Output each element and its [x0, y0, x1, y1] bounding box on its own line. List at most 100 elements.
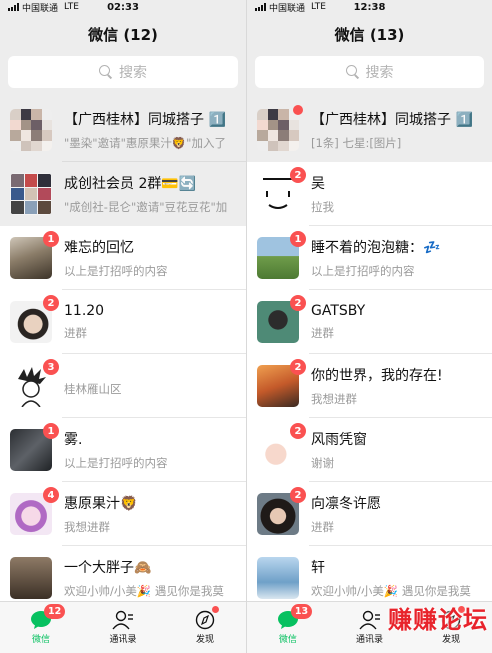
unread-badge: 1 — [43, 423, 59, 439]
unread-badge: 1 — [290, 231, 306, 247]
unread-badge: 2 — [290, 487, 306, 503]
avatar-image — [10, 557, 52, 599]
wechat-screen-right: 中国联通 LTE 12:38 微信 (13) 搜索 【广西桂林】同城搭子 1️⃣… — [246, 0, 492, 653]
contacts-icon — [358, 610, 380, 630]
avatar: 4 — [10, 487, 59, 535]
chat-preview: [1条] 七星:[图片] — [311, 136, 402, 150]
avatar — [10, 109, 52, 151]
clock: 02:33 — [107, 1, 139, 13]
chat-row[interactable]: 2 吴 拉我 — [247, 162, 492, 226]
avatar — [257, 105, 303, 151]
chat-name: 【广西桂林】同城搭子 1️⃣ — [311, 112, 473, 128]
avatar: 2 — [257, 359, 306, 407]
unread-badge: 2 — [290, 167, 306, 183]
tab-label: 微信 — [278, 635, 297, 645]
unread-badge: 2 — [290, 423, 306, 439]
avatar — [257, 557, 299, 599]
chat-row[interactable]: 2 向凛冬许愿 进群 — [247, 482, 492, 546]
tab-chats[interactable]: 微信 12 — [0, 602, 82, 653]
tab-discover[interactable]: 发现 — [164, 602, 246, 653]
unread-badge: 2 — [43, 295, 59, 311]
chat-row[interactable]: 2 你的世界，我的存在! 我想进群 — [247, 354, 492, 418]
avatar: 2 — [257, 487, 306, 535]
chat-preview: 以上是打招呼的内容 — [311, 264, 415, 278]
chat-row[interactable]: 1 睡不着的泡泡糖：💤 以上是打招呼的内容 — [247, 226, 492, 290]
chat-name: 惠原果汁🦁 — [64, 496, 138, 512]
contacts-icon — [112, 610, 133, 630]
chat-name: 吴 — [311, 176, 325, 192]
chat-preview: 我想进群 — [64, 520, 110, 534]
tab-label: 通讯录 — [356, 635, 384, 645]
status-bar: 中国联通 LTE 12:38 — [247, 0, 492, 14]
chat-name: 【广西桂林】同城搭子 1️⃣ — [64, 112, 226, 128]
unread-count-badge: 13 — [290, 604, 313, 619]
chat-name: 轩 — [311, 560, 325, 576]
chat-row[interactable]: 2 风雨凭窗 谢谢 — [247, 418, 492, 482]
chat-preview: 进群 — [64, 326, 87, 340]
avatar: 1 — [257, 231, 306, 279]
unread-badge: 4 — [43, 487, 59, 503]
watermark: 赚赚论坛 — [388, 606, 488, 634]
chat-preview: 进群 — [311, 520, 334, 534]
chat-name: 你的世界，我的存在! — [311, 368, 443, 384]
chat-name: 难忘的回忆 — [64, 240, 134, 256]
chat-name: 雾. — [64, 432, 83, 448]
unread-badge: 3 — [43, 359, 59, 375]
search-icon — [345, 65, 360, 79]
chat-row[interactable]: 4 惠原果汁🦁 我想进群 — [0, 482, 246, 546]
wechat-screen-left: 中国联通 LTE 02:33 微信 (12) 搜索 【广西桂林】同城搭子 1️⃣… — [0, 0, 246, 653]
chat-list: 【广西桂林】同城搭子 1️⃣ "墨染"邀请"惠原果汁🦁"加入了 成创社会员 2群… — [0, 98, 246, 610]
chat-preview: 以上是打招呼的内容 — [64, 264, 168, 278]
chat-list: 【广西桂林】同城搭子 1️⃣ [1条] 七星:[图片] 2 吴 拉我 1 睡不着… — [247, 98, 492, 610]
avatar: 2 — [257, 423, 306, 471]
chat-row[interactable]: 2 GATSBY 进群 — [247, 290, 492, 354]
chat-preview: "墨染"邀请"惠原果汁🦁"加入了 — [64, 136, 226, 150]
chat-name: 睡不着的泡泡糖：💤 — [311, 240, 441, 256]
chat-preview: 欢迎小帅/小美🎉 遇见你是我莫 — [64, 584, 224, 598]
notification-dot — [293, 105, 303, 115]
chat-row[interactable]: 【广西桂林】同城搭子 1️⃣ "墨染"邀请"惠原果汁🦁"加入了 — [0, 98, 246, 162]
avatar-image — [257, 557, 299, 599]
chat-name: 成创社会员 2群💳🔄 — [64, 176, 197, 192]
chat-preview: "成创社-昆仑"邀请"豆花豆花"加 — [64, 200, 228, 214]
chat-preview: 桂林雁山区 — [64, 382, 122, 396]
unread-badge: 2 — [290, 359, 306, 375]
avatar: 2 — [10, 295, 59, 343]
notification-dot — [212, 606, 219, 613]
chat-preview: 以上是打招呼的内容 — [64, 456, 168, 470]
chat-row[interactable]: 【广西桂林】同城搭子 1️⃣ [1条] 七星:[图片] — [247, 98, 492, 162]
chat-name: 向凛冬许愿 — [311, 496, 381, 512]
search-bar[interactable]: 搜索 — [8, 56, 238, 88]
search-placeholder: 搜索 — [119, 65, 147, 81]
search-placeholder: 搜索 — [365, 65, 394, 81]
tab-contacts[interactable]: 通讯录 — [82, 602, 164, 653]
chat-row[interactable]: 成创社会员 2群💳🔄 "成创社-昆仑"邀请"豆花豆花"加 — [0, 162, 246, 226]
unread-count-badge: 12 — [44, 604, 66, 619]
chat-name: 风雨凭窗 — [311, 432, 367, 448]
unread-badge: 1 — [43, 231, 59, 247]
avatar-image — [10, 173, 52, 215]
chat-row[interactable]: 1 雾. 以上是打招呼的内容 — [0, 418, 246, 482]
unread-badge: 2 — [290, 295, 306, 311]
chat-name: GATSBY — [311, 303, 366, 319]
page-title: 微信 (12) — [88, 25, 158, 44]
avatar — [10, 173, 52, 215]
avatar: 1 — [10, 423, 59, 471]
avatar-image — [10, 109, 52, 151]
avatar: 3 — [10, 359, 59, 407]
avatar-image — [257, 109, 299, 151]
search-icon — [99, 65, 113, 79]
chat-row[interactable]: 1 难忘的回忆 以上是打招呼的内容 — [0, 226, 246, 290]
chat-row[interactable]: 3 桂林雁山区 — [0, 354, 246, 418]
chat-preview: 谢谢 — [311, 456, 334, 470]
chat-name: 11.20 — [64, 303, 105, 319]
avatar: 2 — [257, 167, 306, 215]
tab-label: 通讯录 — [109, 635, 137, 645]
clock: 12:38 — [353, 1, 386, 13]
chat-preview: 进群 — [311, 326, 334, 340]
tab-chats[interactable]: 微信 13 — [247, 602, 329, 653]
chat-row[interactable]: 2 11.20 进群 — [0, 290, 246, 354]
chat-preview: 我想进群 — [311, 392, 357, 406]
status-bar: 中国联通 LTE 02:33 — [0, 0, 246, 14]
search-bar[interactable]: 搜索 — [255, 56, 484, 88]
